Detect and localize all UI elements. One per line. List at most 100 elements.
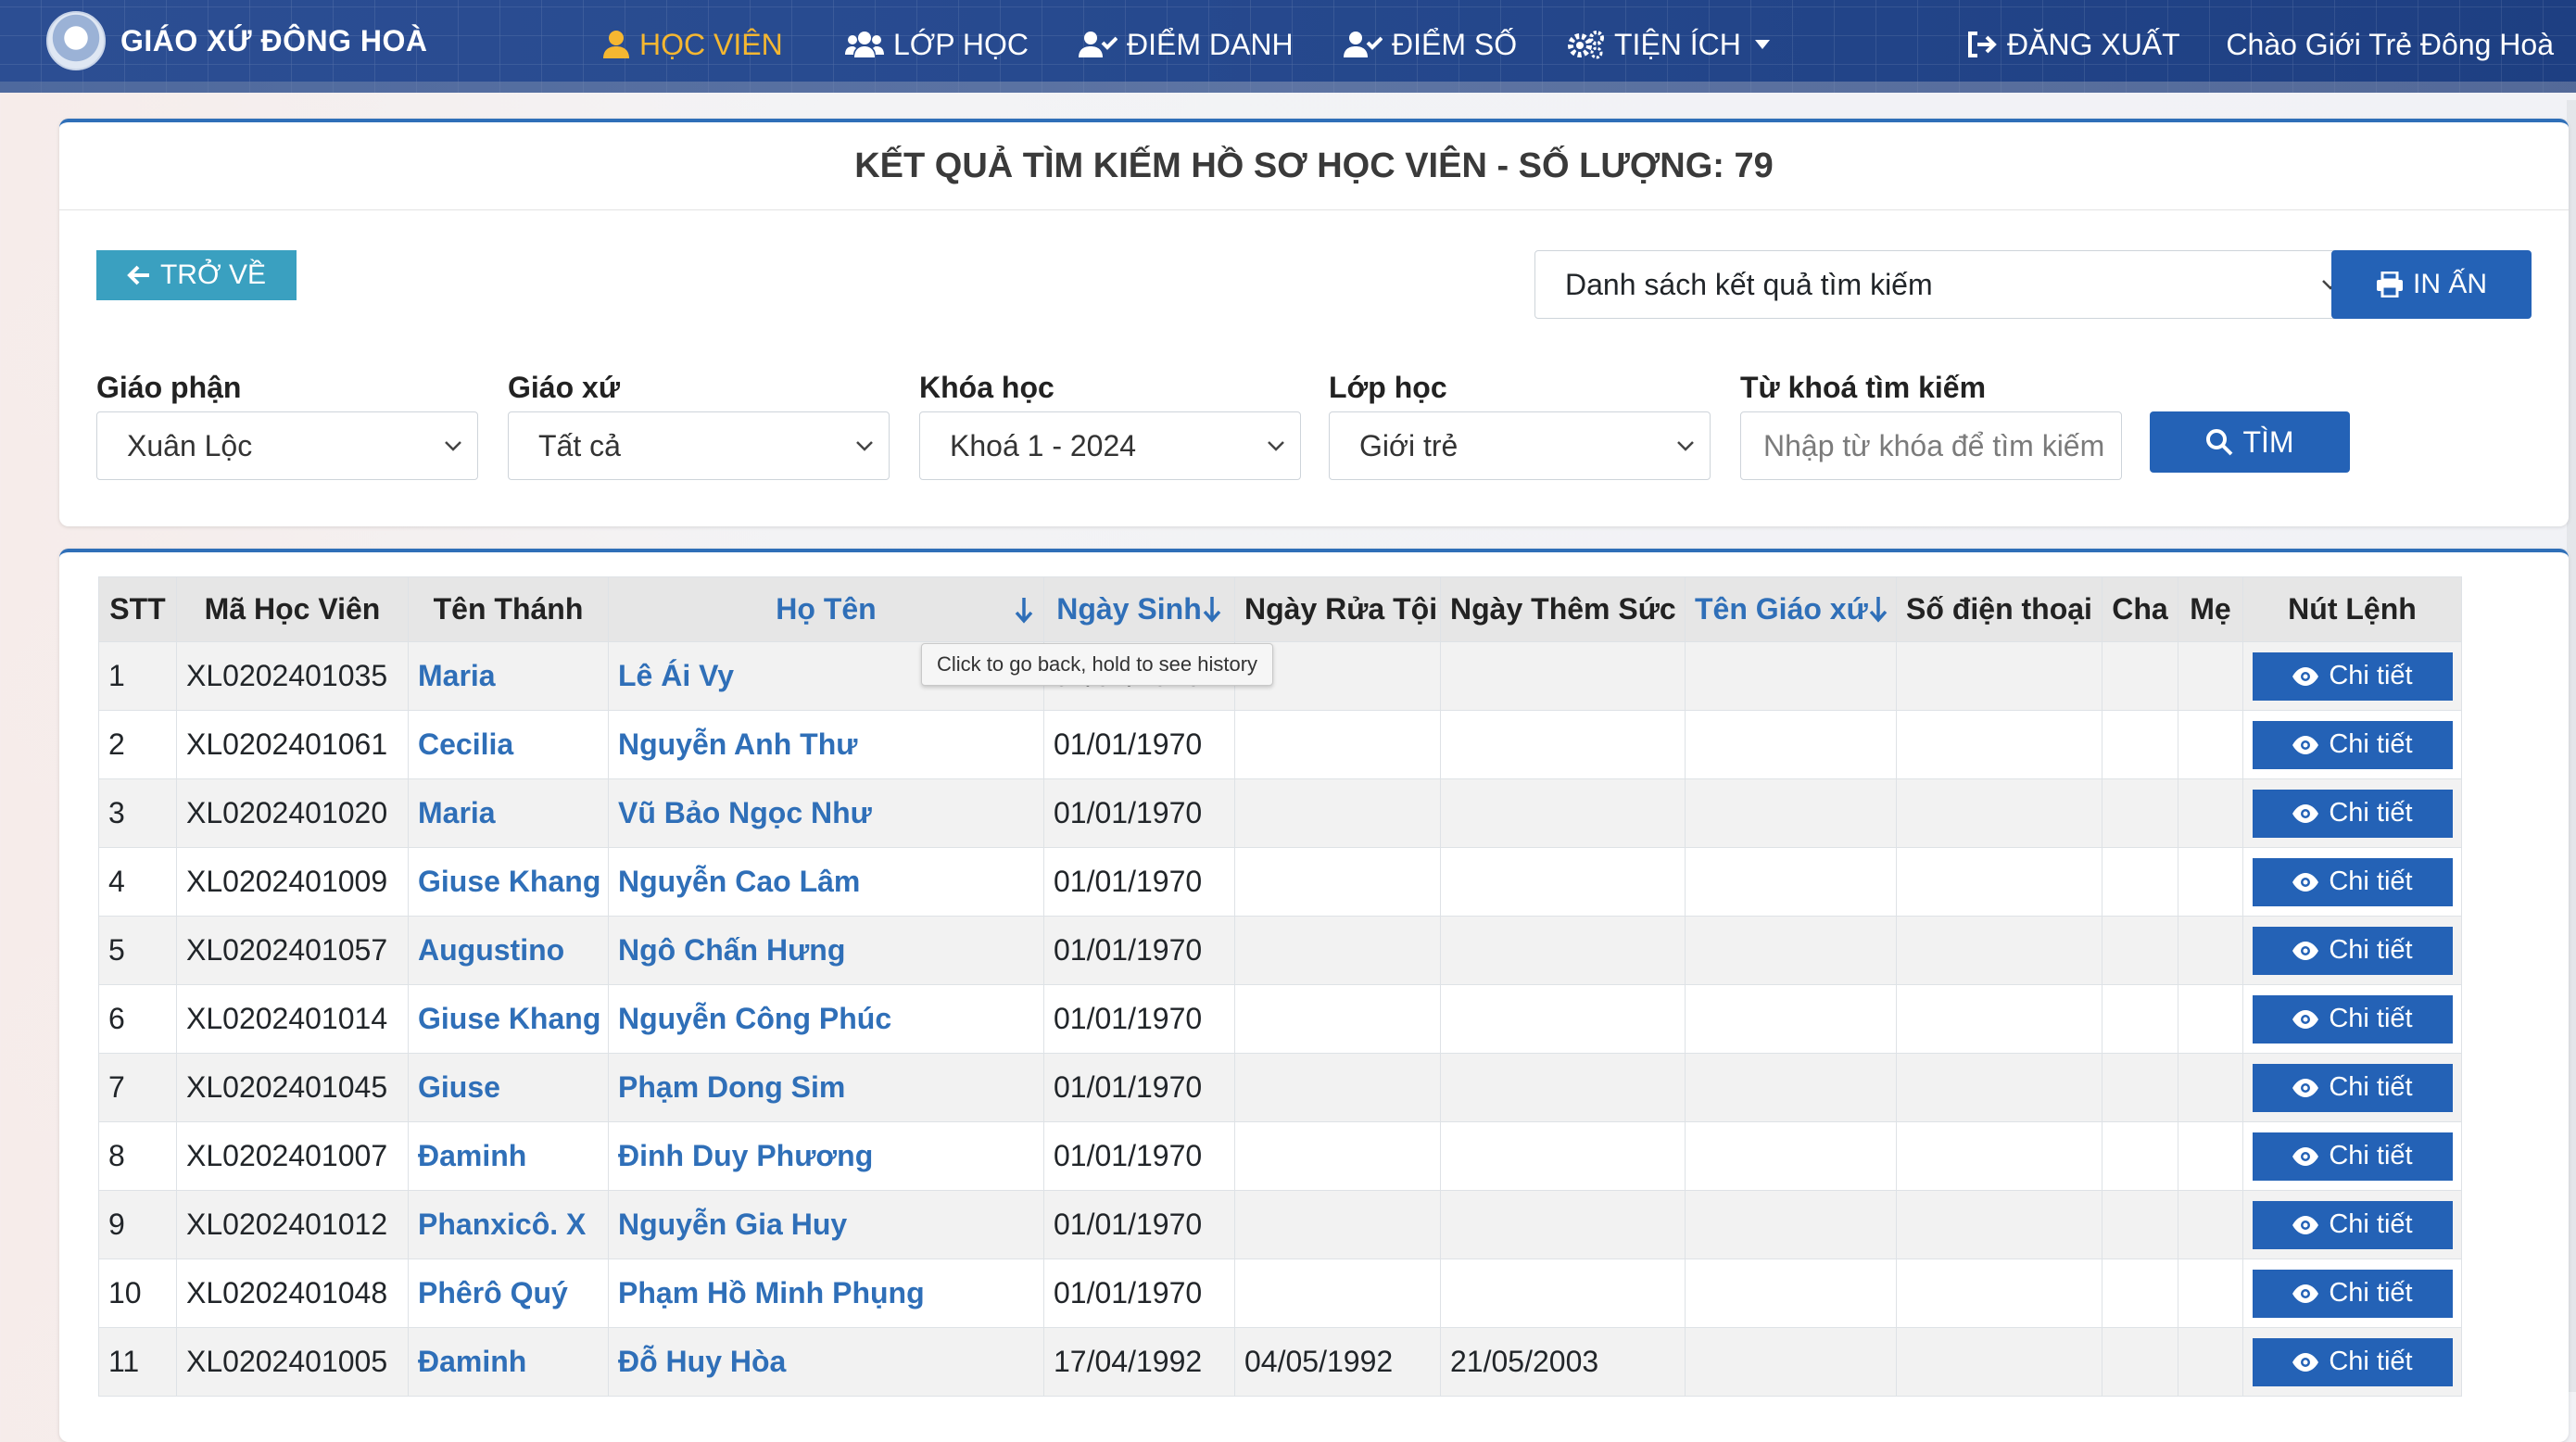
cell-phone	[1896, 847, 2102, 917]
cell-saint-link[interactable]: Đaminh	[408, 1327, 609, 1397]
cell-baptism	[1234, 1190, 1441, 1259]
header-dob-sort[interactable]: Ngày Sinh	[1043, 576, 1235, 642]
cell-code: XL0202401048	[176, 1259, 409, 1328]
detail-button[interactable]: Chi tiết	[2252, 1132, 2453, 1181]
cell-saint-link[interactable]: Maria	[408, 778, 609, 848]
cell-mother	[2178, 641, 2243, 711]
nav-logout[interactable]: ĐĂNG XUẤT	[1966, 24, 2180, 65]
detail-button[interactable]: Chi tiết	[2252, 1269, 2453, 1318]
cell-stt: 8	[98, 1121, 177, 1191]
detail-button[interactable]: Chi tiết	[2252, 1063, 2453, 1112]
cell-name-link[interactable]: Vũ Bảo Ngọc Như	[608, 778, 1044, 848]
cell-name-link[interactable]: Ngô Chấn Hưng	[608, 916, 1044, 985]
cell-dob: 01/01/1970	[1043, 1053, 1235, 1122]
cell-name-link[interactable]: Phạm Dong Sim	[608, 1053, 1044, 1122]
nav-attendance[interactable]: ĐIỂM DANH	[1079, 24, 1294, 65]
results-title: KẾT QUẢ TÌM KIẾM HỒ SƠ HỌC VIÊN - SỐ LƯỢ…	[59, 122, 2569, 210]
course-select[interactable]: Khoá 1 - 2024	[919, 411, 1301, 480]
back-button-label: TRỞ VỀ	[159, 259, 267, 290]
cell-saint-link[interactable]: Cecilia	[408, 710, 609, 779]
print-type-select[interactable]: Danh sách kết quả tìm kiếm	[1534, 250, 2355, 319]
cell-action: Chi tiết	[2242, 1190, 2462, 1259]
cell-name-link[interactable]: Nguyễn Cao Lâm	[608, 847, 1044, 917]
detail-button[interactable]: Chi tiết	[2252, 857, 2453, 906]
user-check-icon	[1079, 32, 1118, 57]
arrow-left-icon	[127, 265, 149, 285]
cell-dob: 01/01/1970	[1043, 847, 1235, 917]
cell-action: Chi tiết	[2242, 710, 2462, 779]
print-button[interactable]: IN ẤN	[2331, 250, 2532, 319]
cell-name-link[interactable]: Đinh Duy Phương	[608, 1121, 1044, 1191]
keyword-input[interactable]: Nhập từ khóa để tìm kiếm	[1740, 411, 2122, 480]
cell-baptism	[1234, 847, 1441, 917]
cell-name-link[interactable]: Phạm Hồ Minh Phụng	[608, 1259, 1044, 1328]
header-name-sort[interactable]: Họ Tên	[608, 576, 1044, 642]
header-parish-sort[interactable]: Tên Giáo xứ	[1685, 576, 1897, 642]
detail-button[interactable]: Chi tiết	[2252, 926, 2453, 975]
back-button[interactable]: TRỞ VỀ	[96, 250, 297, 300]
cell-parish	[1685, 1259, 1897, 1328]
cell-mother	[2178, 778, 2243, 848]
cell-stt: 9	[98, 1190, 177, 1259]
cell-confirmation	[1440, 1190, 1686, 1259]
detail-button[interactable]: Chi tiết	[2252, 789, 2453, 838]
cell-parish	[1685, 847, 1897, 917]
user-greeting[interactable]: Chào Giới Trẻ Đông Hoà	[2226, 24, 2554, 65]
cell-parish	[1685, 641, 1897, 711]
detail-button[interactable]: Chi tiết	[2252, 1337, 2453, 1386]
detail-button[interactable]: Chi tiết	[2252, 651, 2453, 701]
print-button-label: IN ẤN	[2412, 269, 2487, 299]
chevron-down-icon	[1268, 441, 1284, 451]
cell-action: Chi tiết	[2242, 847, 2462, 917]
search-button[interactable]: TÌM	[2150, 411, 2350, 473]
brand[interactable]: GIÁO XỨ ĐÔNG HOÀ	[46, 11, 427, 70]
cell-saint-link[interactable]: Augustino	[408, 916, 609, 985]
cell-father	[2102, 1053, 2178, 1122]
cell-saint-link[interactable]: Giuse	[408, 1053, 609, 1122]
nav-utilities-dropdown[interactable]: TIỆN ÍCH	[1568, 24, 1780, 65]
cell-saint-link[interactable]: Đaminh	[408, 1121, 609, 1191]
cell-parish	[1685, 1121, 1897, 1191]
cell-stt: 4	[98, 847, 177, 917]
cell-stt: 10	[98, 1259, 177, 1328]
diocese-select[interactable]: Xuân Lộc	[96, 411, 478, 480]
cell-baptism	[1234, 778, 1441, 848]
cell-saint-link[interactable]: Phanxicô. X	[408, 1190, 609, 1259]
cell-mother	[2178, 1327, 2243, 1397]
cell-mother	[2178, 1259, 2243, 1328]
eye-icon	[2292, 735, 2319, 754]
cell-name-link[interactable]: Đỗ Huy Hòa	[608, 1327, 1044, 1397]
cell-action: Chi tiết	[2242, 984, 2462, 1054]
header-father: Cha	[2102, 576, 2178, 642]
cell-father	[2102, 1327, 2178, 1397]
cell-name-link[interactable]: Nguyễn Công Phúc	[608, 984, 1044, 1054]
cell-saint-link[interactable]: Giuse Khang	[408, 984, 609, 1054]
detail-button[interactable]: Chi tiết	[2252, 720, 2453, 769]
detail-button-label: Chi tiết	[2329, 1347, 2413, 1376]
detail-button[interactable]: Chi tiết	[2252, 1200, 2453, 1249]
detail-button[interactable]: Chi tiết	[2252, 994, 2453, 1044]
eye-icon	[2292, 1078, 2319, 1097]
chevron-down-icon	[1677, 441, 1694, 451]
diocese-label: Giáo phận	[96, 371, 242, 404]
cell-saint-link[interactable]: Maria	[408, 641, 609, 711]
cell-father	[2102, 1190, 2178, 1259]
nav-scores[interactable]: ĐIỂM SỐ	[1344, 24, 1517, 65]
header-name-label: Họ Tên	[776, 592, 877, 626]
nav-classes[interactable]: LỚP HỌC	[845, 24, 1029, 65]
cell-confirmation	[1440, 1259, 1686, 1328]
cell-code: XL0202401009	[176, 847, 409, 917]
nav-students[interactable]: HỌC VIÊN	[602, 24, 783, 65]
class-select[interactable]: Giới trẻ	[1329, 411, 1711, 480]
cell-name-link[interactable]: Nguyễn Gia Huy	[608, 1190, 1044, 1259]
keyword-placeholder: Nhập từ khóa để tìm kiếm	[1763, 428, 2105, 462]
cell-code: XL0202401007	[176, 1121, 409, 1191]
eye-icon	[2292, 1009, 2319, 1029]
parish-select[interactable]: Tất cả	[508, 411, 890, 480]
cell-saint-link[interactable]: Giuse Khang	[408, 847, 609, 917]
cell-parish	[1685, 984, 1897, 1054]
cell-name-link[interactable]: Nguyễn Anh Thư	[608, 710, 1044, 779]
sign-out-icon	[1968, 32, 1997, 57]
cell-saint-link[interactable]: Phêrô Quý	[408, 1259, 609, 1328]
cell-confirmation	[1440, 778, 1686, 848]
